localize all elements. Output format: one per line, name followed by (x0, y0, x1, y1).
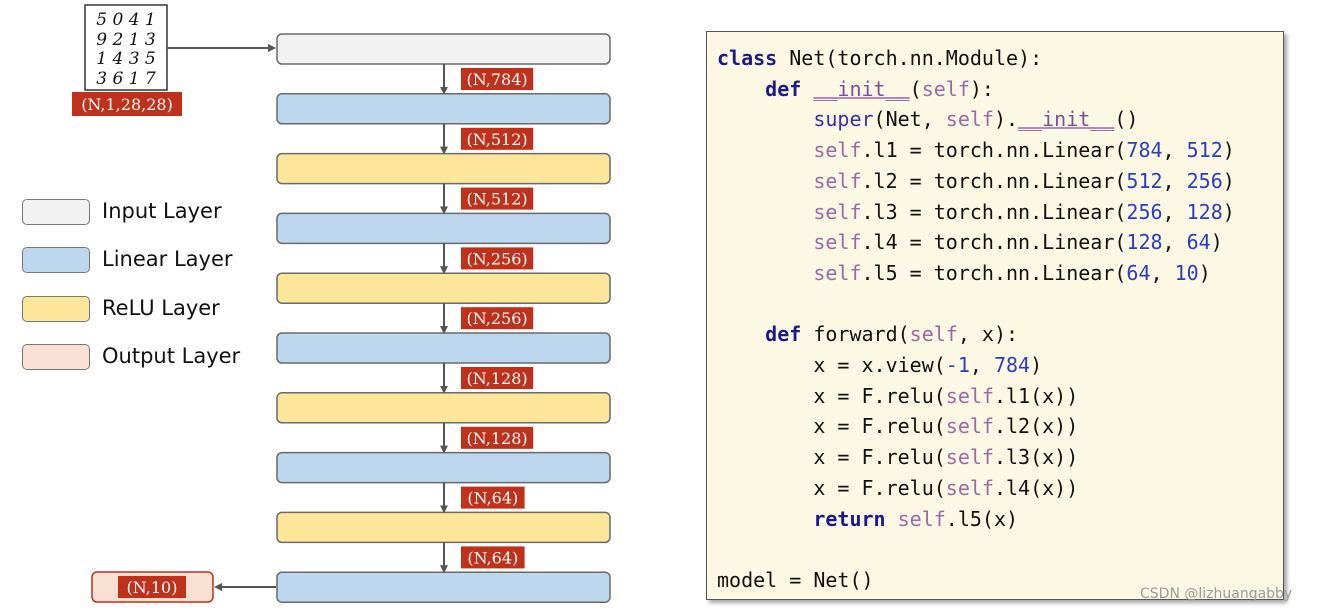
legend-label-relu: ReLU Layer (102, 296, 220, 320)
output-shape-label: (N,10) (127, 578, 178, 597)
shape-label-1: (N,784) (467, 70, 528, 89)
legend-swatch-input (22, 199, 90, 225)
shape-label-5: (N,256) (467, 309, 528, 328)
shape-label-2: (N,512) (467, 130, 528, 149)
output-layer: (N,10) (91, 571, 214, 603)
digit-row-2: 9 2 1 3 (96, 30, 155, 50)
builtin-super: super (813, 107, 874, 132)
code-line-super: super(Net, self).__init__() (813, 107, 1139, 132)
code-panel: class Net(torch.nn.Module): def __init__… (706, 31, 1284, 600)
shape-label-3: (N,512) (467, 190, 528, 209)
legend-label-output: Output Layer (102, 344, 241, 368)
code-line-return: return self.l5(x) (813, 506, 1019, 531)
code-line-def-forward: def forward(self, x): (765, 322, 1019, 347)
relu-layer-9 (276, 511, 611, 544)
code-line-l2: self.l2 = torch.nn.Linear(512, 256) (813, 168, 1235, 193)
legend-label-input: Input Layer (102, 199, 222, 223)
shape-label-9: (N,64) (467, 548, 518, 567)
code-line-def-init: def __init__(self): (765, 76, 994, 101)
input-shape-label: (N,1,28,28) (81, 95, 173, 114)
linear-layer-6 (276, 332, 611, 364)
init-method-name: __init__ (813, 76, 910, 101)
code-line-l3: self.l3 = torch.nn.Linear(256, 128) (813, 199, 1235, 224)
code-line-view: x = x.view(-1, 784) (813, 353, 1043, 378)
mnist-sample-image: 5 0 4 1 9 2 1 3 1 4 3 5 3 6 1 7 (84, 4, 168, 91)
class-signature: Net(torch.nn.Module): (777, 46, 1043, 70)
legend-swatch-relu (22, 296, 90, 322)
legend-swatch-output (22, 344, 90, 370)
shape-label-7: (N,128) (467, 429, 528, 448)
legend-label-linear: Linear Layer (102, 247, 233, 271)
shape-label-8: (N,64) (467, 489, 518, 508)
legend-swatch-linear (22, 247, 90, 273)
relu-layer-3 (276, 152, 611, 185)
code-line-relu2: x = F.relu(self.l2(x)) (813, 414, 1079, 439)
connector-stack: (N,784) (N,512) (N,512) (N,256) (N,256) (N,12… (440, 64, 534, 574)
digit-row-4: 3 6 1 7 (96, 69, 156, 89)
linear-layer-2 (276, 93, 611, 125)
shape-label-4: (N,256) (467, 249, 528, 268)
relu-layer-7 (276, 392, 611, 424)
linear-layer-8 (276, 451, 611, 484)
self-keyword: self (921, 76, 970, 101)
code-line-l5: self.l5 = torch.nn.Linear(64, 10) (813, 260, 1211, 285)
linear-layer-10 (276, 571, 611, 603)
digit-row-3: 1 4 3 5 (96, 49, 155, 69)
code-line-l1: self.l1 = torch.nn.Linear(784, 512) (813, 138, 1235, 163)
keyword-class: class (717, 46, 778, 70)
code-line-l4: self.l4 = torch.nn.Linear(128, 64) (813, 230, 1223, 255)
linear-layer-4 (276, 212, 611, 245)
relu-layer-5 (276, 272, 611, 304)
code-line-relu1: x = F.relu(self.l1(x)) (813, 383, 1079, 408)
shape-label-6: (N,128) (467, 369, 528, 388)
digit-row-1: 5 0 4 1 (96, 10, 155, 30)
code-line-model: model = Net() (717, 567, 874, 592)
keyword-def: def (765, 76, 802, 101)
code-line-relu3: x = F.relu(self.l3(x)) (813, 445, 1079, 470)
code-line-class: class Net(torch.nn.Module): (717, 46, 1042, 70)
input-shape-badge: (N,1,28,28) (72, 92, 182, 116)
code-line-relu4: x = F.relu(self.l4(x)) (813, 475, 1079, 500)
input-layer-1 (276, 33, 611, 65)
code-block: class Net(torch.nn.Module): def __init__… (717, 43, 1235, 596)
watermark: CSDN @lizhuangabby (1140, 586, 1293, 602)
